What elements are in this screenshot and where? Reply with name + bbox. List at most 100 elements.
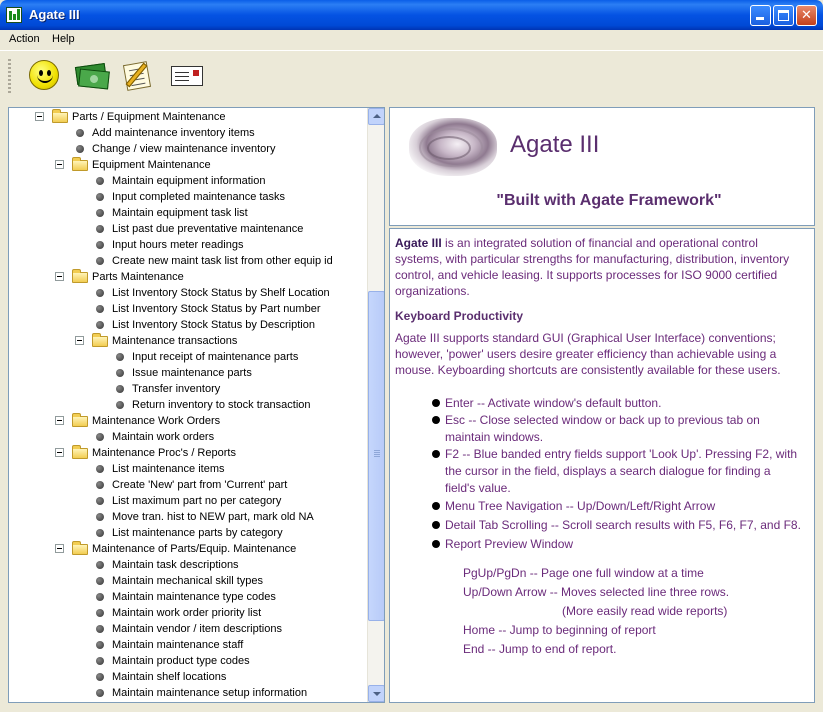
tree-leaf-item[interactable]: List Inventory Stock Status by Descripti… (9, 317, 365, 333)
collapse-icon[interactable] (55, 416, 64, 425)
tree-item-label: Maintain equipment task list (112, 207, 248, 219)
collapse-icon[interactable] (55, 160, 64, 169)
tree-folder-item[interactable]: Maintenance transactions (9, 333, 365, 349)
tree-leaf-item[interactable]: Maintain equipment task list (9, 205, 365, 221)
tree-leaf-item[interactable]: List maximum part no per category (9, 493, 365, 509)
agate-stone-logo (409, 118, 497, 176)
collapse-icon[interactable] (55, 448, 64, 457)
tree-leaf-item[interactable]: Maintain shelf locations (9, 669, 365, 685)
tree-leaf-item[interactable]: Input receipt of maintenance parts (9, 349, 365, 365)
tree-folder-item[interactable]: Parts Maintenance (9, 269, 365, 285)
tree-leaf-item[interactable]: Maintain product type codes (9, 653, 365, 669)
tree-item-label: Maintain vendor / item descriptions (112, 623, 282, 635)
shortcut-line: Menu Tree Navigation -- Up/Down/Left/Rig… (445, 499, 716, 513)
collapse-icon[interactable] (55, 544, 64, 553)
tree-leaf-item[interactable]: Maintain vendor / item descriptions (9, 621, 365, 637)
bullet-icon (96, 513, 104, 521)
tree-leaf-item[interactable]: Maintain task descriptions (9, 557, 365, 573)
smiley-button[interactable] (26, 57, 62, 93)
intro-line: systems, with particular strengths for m… (395, 252, 790, 266)
tree-item-label: Equipment Maintenance (92, 159, 211, 171)
maximize-icon (778, 10, 789, 21)
bullet-icon (96, 305, 104, 313)
menu-help[interactable]: Help (52, 33, 75, 45)
scroll-thumb[interactable] (368, 291, 384, 621)
menu-action[interactable]: Action (9, 33, 40, 45)
tree-leaf-item[interactable]: Input hours meter readings (9, 237, 365, 253)
bullet-icon (96, 321, 104, 329)
tree-item-label: Maintenance of Parts/Equip. Maintenance (92, 543, 297, 555)
mail-button[interactable] (168, 57, 204, 93)
folder-icon (72, 541, 88, 555)
app-icon (6, 7, 22, 23)
bullet-icon (96, 577, 104, 585)
tree-leaf-item[interactable]: Create new maint task list from other eq… (9, 253, 365, 269)
checklist-button[interactable] (120, 57, 156, 93)
tree-leaf-item[interactable]: List Inventory Stock Status by Shelf Loc… (9, 285, 365, 301)
tree-item-label: List Inventory Stock Status by Part numb… (112, 303, 321, 315)
tree-leaf-item[interactable]: Maintain maintenance setup information (9, 685, 365, 701)
collapse-icon[interactable] (35, 112, 44, 121)
tree-leaf-item[interactable]: List Inventory Stock Status by Part numb… (9, 301, 365, 317)
tree-item-label: Maintenance Work Orders (92, 415, 221, 427)
tree-item-label: List maximum part no per category (112, 495, 282, 507)
tree-leaf-item[interactable]: Issue maintenance parts (9, 365, 365, 381)
folder-icon (52, 109, 68, 123)
shortcut-line: Detail Tab Scrolling -- Scroll search re… (445, 518, 801, 532)
menu-tree[interactable]: Parts / Equipment Maintenance Add mainten… (8, 107, 385, 703)
shortcut-line: Enter -- Activate window's default butto… (445, 396, 662, 410)
minimize-button[interactable] (750, 5, 771, 26)
tree-leaf-item[interactable]: Return inventory to stock transaction (9, 397, 365, 413)
scroll-up-arrow-icon[interactable] (368, 108, 384, 125)
bullet-icon (116, 369, 124, 377)
tree-item-label: List Inventory Stock Status by Shelf Loc… (112, 287, 330, 299)
tree-folder-item[interactable]: Maintenance Proc's / Reports (9, 445, 365, 461)
tree-leaf-item[interactable]: Maintain mechanical skill types (9, 573, 365, 589)
tree-folder-item[interactable]: Parts / Equipment Maintenance (9, 109, 365, 125)
tree-leaf-item[interactable]: Move tran. hist to NEW part, mark old NA (9, 509, 365, 525)
title-bar[interactable]: Agate III ✕ (0, 0, 823, 30)
bullet-icon (76, 145, 84, 153)
shortcut-line: the cursor in the field, displays a sear… (445, 464, 771, 478)
window-title: Agate III (29, 7, 80, 22)
scroll-down-arrow-icon[interactable] (368, 685, 384, 702)
tree-leaf-item[interactable]: List maintenance items (9, 461, 365, 477)
tree-folder-item[interactable]: Maintenance Work Orders (9, 413, 365, 429)
money-button[interactable] (74, 57, 110, 93)
tree-leaf-item[interactable]: Create 'New' part from 'Current' part (9, 477, 365, 493)
close-button[interactable]: ✕ (796, 5, 817, 26)
bullet-icon (96, 593, 104, 601)
tree-leaf-item[interactable]: Input completed maintenance tasks (9, 189, 365, 205)
folder-icon (72, 445, 88, 459)
section-line: mouse. Keyboarding shortcuts are consist… (395, 363, 781, 377)
collapse-icon[interactable] (55, 272, 64, 281)
bullet-icon (96, 673, 104, 681)
bullet-icon (96, 609, 104, 617)
tree-folder-item[interactable]: Maintenance of Parts/Equip. Maintenance (9, 541, 365, 557)
tree-item-label: Maintain work orders (112, 431, 215, 443)
report-key-line: Up/Down Arrow -- Moves selected line thr… (463, 585, 730, 599)
tree-leaf-item[interactable]: Maintain equipment information (9, 173, 365, 189)
tree-folder-item[interactable]: Equipment Maintenance (9, 157, 365, 173)
tree-leaf-item[interactable]: Transfer inventory (9, 381, 365, 397)
intro-paragraph: Agate III is an integrated solution of f… (395, 235, 811, 299)
maximize-button[interactable] (773, 5, 794, 26)
tree-leaf-item[interactable]: Maintain work order priority list (9, 605, 365, 621)
menu-bar: Action Help (0, 30, 823, 49)
bullet-icon (96, 433, 104, 441)
tree-leaf-item[interactable]: Maintain work orders (9, 429, 365, 445)
tree-leaf-item[interactable]: Maintain maintenance type codes (9, 589, 365, 605)
tree-leaf-item[interactable]: List past due preventative maintenance (9, 221, 365, 237)
tree-item-label: Parts / Equipment Maintenance (72, 111, 226, 123)
bullet-icon (96, 241, 104, 249)
tree-item-label: List Inventory Stock Status by Descripti… (112, 319, 315, 331)
tree-leaf-item[interactable]: Change / view maintenance inventory (9, 141, 365, 157)
tree-leaf-item[interactable]: List maintenance parts by category (9, 525, 365, 541)
toolbar-grip[interactable] (8, 59, 11, 93)
tree-item-label: Maintain product type codes (112, 655, 250, 667)
tree-leaf-item[interactable]: Maintain maintenance staff (9, 637, 365, 653)
tree-leaf-item[interactable]: Add maintenance inventory items (9, 125, 365, 141)
tree-scrollbar[interactable] (367, 108, 384, 702)
collapse-icon[interactable] (75, 336, 84, 345)
intro-line: control, and vehicle leasing. It support… (395, 268, 778, 282)
